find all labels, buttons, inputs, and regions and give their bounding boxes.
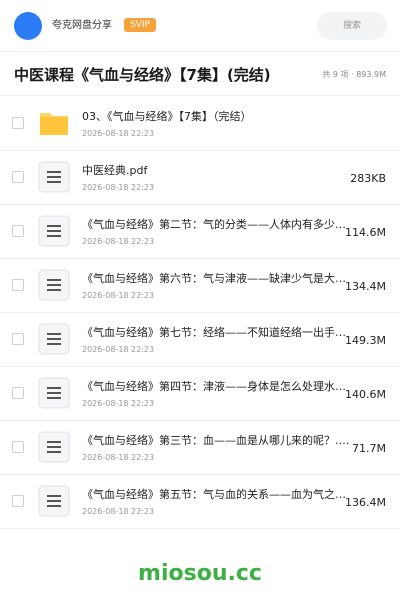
select-checkbox[interactable] bbox=[12, 225, 24, 237]
file-row[interactable]: 《气血与经络》第二节：气的分类——人体内有多少种气？.mp4 2026-08-18… bbox=[0, 205, 400, 259]
file-size: 114.6M bbox=[345, 226, 386, 239]
file-row[interactable]: 《气血与经络》第三节：血——血是从哪儿来的呢？.mp4 2026-08-18 22… bbox=[0, 421, 400, 475]
sharer-name: 夸克网盘分享 bbox=[52, 20, 112, 31]
file-date: 2026-08-18 22:23 bbox=[82, 507, 155, 516]
select-checkbox[interactable] bbox=[12, 171, 24, 183]
file-row[interactable]: 《气血与经络》第七节：经络——不知道经络一出手就错.mp4 2026-08-18 … bbox=[0, 313, 400, 367]
select-checkbox[interactable] bbox=[12, 441, 24, 453]
file-row[interactable]: 03、《气血与经络》【7集】（完结） 2026-08-18 22:23 bbox=[0, 97, 400, 151]
file-row[interactable]: 中医经典.pdf 2026-08-18 22:23 283KB bbox=[0, 151, 400, 205]
file-list: 03、《气血与经络》【7集】（完结） 2026-08-18 22:23 中医经典.p… bbox=[0, 97, 400, 529]
select-checkbox[interactable] bbox=[12, 117, 24, 129]
select-checkbox[interactable] bbox=[12, 495, 24, 507]
document-icon bbox=[38, 323, 70, 355]
file-date: 2026-08-18 22:23 bbox=[82, 345, 155, 354]
file-size: 136.4M bbox=[345, 496, 386, 509]
svip-badge: SVIP bbox=[124, 18, 156, 32]
document-icon bbox=[38, 215, 70, 247]
file-name: 中医经典.pdf bbox=[82, 164, 148, 177]
page-title: 中医课程《气血与经络》【7集】(完结) bbox=[14, 66, 271, 84]
file-name: 《气血与经络》第五节：气与血的关系——血为气之母，气为血之帅.mp4 bbox=[82, 488, 356, 501]
avatar[interactable] bbox=[14, 12, 42, 40]
file-size: 71.7M bbox=[352, 442, 386, 455]
document-icon bbox=[38, 377, 70, 409]
folder-icon bbox=[38, 107, 70, 139]
document-icon bbox=[38, 269, 70, 301]
file-size: 134.4M bbox=[345, 280, 386, 293]
select-checkbox[interactable] bbox=[12, 387, 24, 399]
share-header: 夸克网盘分享 SVIP 搜索 bbox=[0, 0, 400, 52]
file-name: 《气血与经络》第二节：气的分类——人体内有多少种气？.mp4 bbox=[82, 218, 356, 231]
folder-title-bar: 中医课程《气血与经络》【7集】(完结) 共 9 项 · 893.9M bbox=[0, 52, 400, 96]
file-date: 2026-08-18 22:23 bbox=[82, 453, 155, 462]
document-icon bbox=[38, 161, 70, 193]
file-date: 2026-08-18 22:23 bbox=[82, 291, 155, 300]
search-button[interactable]: 搜索 bbox=[317, 12, 387, 40]
select-checkbox[interactable] bbox=[12, 279, 24, 291]
file-size: 283KB bbox=[350, 172, 386, 185]
file-size: 149.3M bbox=[345, 334, 386, 347]
item-count-summary: 共 9 项 · 893.9M bbox=[322, 70, 386, 79]
file-row[interactable]: 《气血与经络》第五节：气与血的关系——血为气之母，气为血之帅.mp4 2026-0… bbox=[0, 475, 400, 529]
file-name: 《气血与经络》第四节：津液——身体是怎么处理水的？.mp4 bbox=[82, 380, 356, 393]
file-name: 《气血与经络》第七节：经络——不知道经络一出手就错.mp4 bbox=[82, 326, 356, 339]
file-date: 2026-08-18 22:23 bbox=[82, 237, 155, 246]
file-name: 《气血与经络》第三节：血——血是从哪儿来的呢？.mp4 bbox=[82, 434, 356, 447]
document-icon bbox=[38, 431, 70, 463]
watermark: miosou.cc bbox=[138, 561, 262, 586]
file-name: 03、《气血与经络》【7集】（完结） bbox=[82, 110, 252, 123]
file-date: 2026-08-18 22:23 bbox=[82, 129, 155, 138]
select-checkbox[interactable] bbox=[12, 333, 24, 345]
file-row[interactable]: 《气血与经络》第六节：气与津液——缺津少气是大事.mp4 2026-08-18 2… bbox=[0, 259, 400, 313]
file-name: 《气血与经络》第六节：气与津液——缺津少气是大事.mp4 bbox=[82, 272, 356, 285]
file-size: 140.6M bbox=[345, 388, 386, 401]
file-date: 2026-08-18 22:23 bbox=[82, 183, 155, 192]
file-row[interactable]: 《气血与经络》第四节：津液——身体是怎么处理水的？.mp4 2026-08-18 … bbox=[0, 367, 400, 421]
document-icon bbox=[38, 485, 70, 517]
file-date: 2026-08-18 22:23 bbox=[82, 399, 155, 408]
